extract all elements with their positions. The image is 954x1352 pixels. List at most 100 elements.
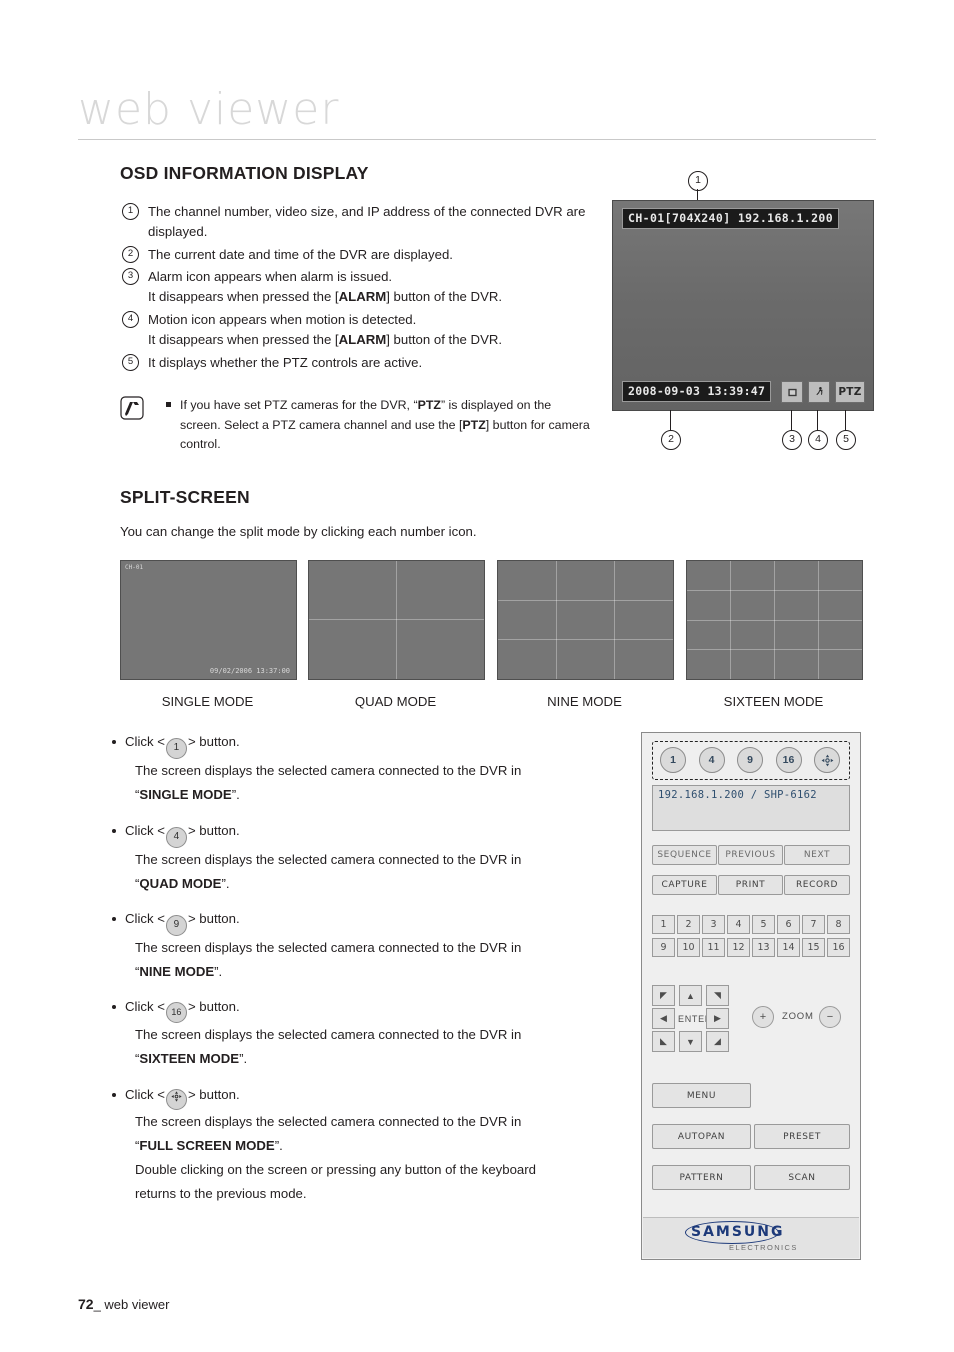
thumb-caption-quad: QUAD MODE (354, 694, 437, 709)
section-heading-osd: OSD INFORMATION DISPLAY (120, 163, 369, 183)
list-badge-5: 5 (122, 354, 139, 371)
channel-button-15[interactable]: 15 (802, 938, 825, 957)
thumb-caption-sixteen: SIXTEEN MODE (723, 694, 824, 709)
list-badge-1: 1 (122, 203, 139, 220)
arrow-left-button[interactable]: ◀ (652, 1008, 675, 1029)
arrow-down-button[interactable]: ▼ (679, 1031, 702, 1052)
menu-button[interactable]: MENU (652, 1083, 751, 1108)
callout-4: 4 (808, 430, 828, 450)
manual-page: web viewer OSD INFORMATION DISPLAY 1 The… (0, 0, 954, 1352)
channel-button-13[interactable]: 13 (752, 938, 775, 957)
page-number: 72 (78, 1296, 94, 1312)
channel-button-6[interactable]: 6 (777, 915, 800, 934)
print-button[interactable]: PRINT (718, 875, 783, 895)
osd-status-icons: PTZ (781, 381, 865, 403)
arrow-right-button[interactable]: ▶ (706, 1008, 729, 1029)
panel-mode-16[interactable]: 16 (775, 747, 802, 773)
thumb-channel-label: CH-01 (125, 564, 144, 571)
callout-3-tick (791, 410, 792, 431)
panel-mode-fullscreen-icon[interactable] (814, 747, 840, 773)
list-badge-4: 4 (122, 311, 139, 328)
motion-icon (808, 381, 830, 403)
bullet-fullscreen: Click < > button. The screen displays the… (125, 1087, 536, 1201)
record-button[interactable]: RECORD (784, 875, 850, 895)
footer-text: _ web viewer (93, 1297, 170, 1312)
arrow-down-left-button[interactable]: ◣ (652, 1031, 675, 1052)
callout-2: 2 (661, 430, 681, 450)
arrow-up-right-button[interactable]: ◥ (706, 985, 729, 1006)
note-icon (120, 396, 144, 420)
mode-icon-4[interactable]: 4 (165, 827, 187, 848)
channel-button-16[interactable]: 16 (827, 938, 850, 957)
arrow-down-right-button[interactable]: ◢ (706, 1031, 729, 1052)
bullet-quad: Click <4 > button. The screen displays th… (125, 823, 522, 891)
channel-button-8[interactable]: 8 (827, 915, 850, 934)
callout-3: 3 (782, 430, 802, 450)
channel-button-9[interactable]: 9 (652, 938, 675, 957)
channel-button-4[interactable]: 4 (727, 915, 750, 934)
thumb-nine-mode (497, 560, 674, 680)
next-button[interactable]: NEXT (784, 845, 850, 865)
brand-bar: SAMSUNG ELECTRONICS (643, 1217, 859, 1258)
channel-button-7[interactable]: 7 (802, 915, 825, 934)
mode-name-single: SINGLE MODE (139, 787, 232, 802)
arrow-up-button[interactable]: ▲ (679, 985, 702, 1006)
panel-mode-1[interactable]: 1 (660, 747, 686, 773)
mode-icon-9[interactable]: 9 (165, 915, 187, 936)
channel-button-1[interactable]: 1 (652, 915, 675, 934)
channel-button-2[interactable]: 2 (677, 915, 700, 934)
bullet-sixteen: Click <16 > button. The screen displays t… (125, 999, 522, 1066)
mode-icon-1[interactable]: 1 (165, 738, 187, 759)
callout-2-tick (670, 410, 671, 431)
brand-name: SAMSUNG (691, 1224, 785, 1240)
device-address-text: 192.168.1.200 / SHP-6162 (658, 789, 817, 801)
note-bullet (166, 402, 171, 407)
autopan-button[interactable]: AUTOPAN (652, 1124, 751, 1149)
channel-button-14[interactable]: 14 (777, 938, 800, 957)
osd-video-area (613, 201, 873, 410)
section-heading-split: SPLIT-SCREEN (120, 487, 250, 507)
scan-button[interactable]: SCAN (754, 1165, 850, 1190)
channel-button-10[interactable]: 10 (677, 938, 700, 957)
mode-name-quad: QUAD MODE (139, 876, 222, 891)
channel-button-12[interactable]: 12 (727, 938, 750, 957)
split-intro: You can change the split mode by clickin… (120, 524, 477, 539)
pattern-button[interactable]: PATTERN (652, 1165, 751, 1190)
mode-name-sixteen: SIXTEEN MODE (139, 1051, 240, 1066)
bullet-single: Click <1 > button. The screen displays th… (125, 734, 522, 802)
previous-button[interactable]: PREVIOUS (718, 845, 783, 865)
mode-name-full: FULL SCREEN MODE (139, 1138, 275, 1153)
full-screen-icon[interactable] (165, 1089, 187, 1110)
preset-button[interactable]: PRESET (754, 1124, 850, 1149)
page-footer: 72_ web viewer (78, 1296, 169, 1312)
callout-5: 5 (836, 430, 856, 450)
thumb-quad-mode (308, 560, 485, 680)
list-badge-3: 3 (122, 268, 139, 285)
ptz-icon: PTZ (835, 381, 865, 403)
arrow-up-left-button[interactable]: ◤ (652, 985, 675, 1006)
osd-item-2-text: The current date and time of the DVR are… (148, 247, 453, 262)
device-address-box[interactable]: 192.168.1.200 / SHP-6162 (652, 785, 850, 831)
channel-button-5[interactable]: 5 (752, 915, 775, 934)
thumb-single-mode: CH-01 09/02/2006 13:37:00 (120, 560, 297, 680)
thumb-time-label: 09/02/2006 13:37:00 (209, 667, 290, 675)
channel-button-11[interactable]: 11 (702, 938, 725, 957)
list-badge-2: 2 (122, 246, 139, 263)
mode-icon-16[interactable]: 16 (165, 1002, 187, 1023)
panel-mode-9[interactable]: 9 (737, 747, 763, 773)
brand-subtitle: ELECTRONICS (729, 1243, 798, 1252)
bullet-nine: Click <9 > button. The screen displays th… (125, 911, 522, 979)
panel-mode-4[interactable]: 4 (698, 747, 725, 773)
osd-item-4-text: Motion icon appears when motion is detec… (148, 312, 503, 347)
osd-datetime-label: 2008-09-03 13:39:47 (622, 381, 772, 402)
thumb-caption-single: SINGLE MODE (161, 694, 254, 709)
zoom-out-button[interactable]: − (819, 1006, 841, 1028)
zoom-in-button[interactable]: + (752, 1006, 774, 1028)
osd-item-1-text: The channel number, video size, and IP a… (148, 204, 586, 239)
sequence-button[interactable]: SEQUENCE (652, 845, 717, 865)
capture-button[interactable]: CAPTURE (652, 875, 717, 895)
channel-button-3[interactable]: 3 (702, 915, 725, 934)
thumb-sixteen-mode (686, 560, 863, 680)
osd-preview: CH-01[704X240] 192.168.1.200 2008-09-03 … (612, 200, 874, 411)
zoom-label: ZOOM (782, 1011, 814, 1022)
